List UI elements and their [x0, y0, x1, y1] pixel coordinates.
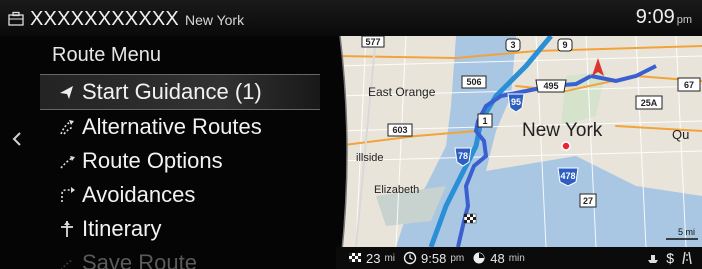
label-east-orange: East Orange	[368, 85, 436, 99]
menu-item-label: Save Route	[82, 250, 197, 269]
shield-1: 1	[482, 116, 487, 126]
start-flag-icon	[463, 213, 477, 224]
trip-info-bar: 23 mi 9:58 pm 48 min $	[336, 247, 702, 269]
app-title: XXXXXXXXXXX	[30, 8, 179, 30]
menu-item-route-options[interactable]: Route Options	[40, 144, 340, 178]
highway-icon	[682, 251, 692, 265]
label-elizabeth: Elizabeth	[374, 184, 419, 196]
shield-577: 577	[365, 37, 380, 47]
status-bar: XXXXXXXXXXX New York 9:09 pm	[0, 0, 702, 36]
ferry-icon	[648, 255, 659, 263]
timer-icon	[473, 252, 485, 264]
distance-unit: mi	[384, 252, 396, 264]
menu-item-label: Route Options	[82, 148, 223, 173]
menu-item-label: Itinerary	[82, 216, 162, 241]
shield-27: 27	[583, 196, 593, 206]
status-left: XXXXXXXXXXX New York	[8, 8, 244, 31]
shield-478: 478	[560, 171, 575, 181]
menu-item-label: Avoidances	[82, 182, 196, 207]
shield-506: 506	[466, 77, 481, 87]
arrival-time: 9:58 pm	[403, 251, 464, 266]
route-map[interactable]: 577 3 9 506 495 95 67 25A 603 1 78 478 2…	[336, 36, 702, 247]
distance-value: 23	[366, 250, 381, 266]
shield-9: 9	[562, 40, 567, 50]
save-route-icon	[60, 259, 73, 269]
clock: 9:09 pm	[636, 6, 692, 29]
route-menu-panel: Route Menu Start Guidance (1) Alternativ…	[0, 36, 370, 269]
shield-603: 603	[392, 125, 407, 135]
shield-25a: 25A	[641, 98, 658, 108]
briefcase-icon	[8, 11, 24, 26]
menu-item-save-route[interactable]: Save Route	[40, 246, 340, 269]
poi-marker	[561, 141, 571, 151]
clock-time: 9:09	[635, 6, 675, 28]
menu-item-alternative-routes[interactable]: Alternative Routes	[40, 110, 340, 144]
distance-remaining: 23 mi	[348, 251, 395, 266]
shield-95: 95	[511, 97, 521, 107]
route-feature-icons: $	[646, 250, 694, 266]
shield-78: 78	[458, 151, 468, 161]
menu-item-label: Alternative Routes	[82, 114, 262, 139]
itinerary-icon	[61, 221, 73, 237]
shield-3: 3	[510, 40, 515, 50]
alt-routes-icon	[60, 120, 74, 135]
arrival-time-value: 9:58	[421, 250, 447, 266]
label-new-york: New York	[522, 120, 603, 141]
route-menu-title: Route Menu	[52, 44, 161, 66]
guidance-arrow-icon	[60, 86, 73, 99]
shield-495: 495	[543, 81, 558, 91]
navigation-screen: XXXXXXXXXXX New York 9:09 pm Route Menu …	[0, 0, 702, 269]
menu-item-start-guidance[interactable]: Start Guidance (1)	[40, 74, 340, 110]
avoid-icon	[61, 187, 75, 202]
arrival-ampm: pm	[450, 252, 465, 264]
clock-ampm: pm	[676, 14, 692, 26]
back-chevron-icon[interactable]	[10, 129, 24, 149]
label-hillside: illside	[356, 152, 384, 164]
duration: 48 min	[472, 251, 525, 266]
clock-icon	[403, 251, 417, 265]
toll-icon: $	[666, 250, 674, 266]
duration-value: 48	[490, 250, 505, 266]
duration-unit: min	[508, 252, 525, 264]
menu-item-avoidances[interactable]: Avoidances	[40, 178, 340, 212]
menu-item-itinerary[interactable]: Itinerary	[40, 212, 340, 246]
label-queens: Qu	[672, 127, 689, 142]
map-canvas: 577 3 9 506 495 95 67 25A 603 1 78 478 2…	[336, 36, 702, 247]
menu-item-label: Start Guidance (1)	[82, 79, 262, 104]
route-options-icon	[60, 156, 75, 169]
checkered-flag-icon	[349, 253, 361, 262]
map-scale-label: 5 mi	[678, 227, 695, 237]
route-menu-list: Start Guidance (1) Alternative Routes Ro…	[40, 74, 340, 269]
shield-67: 67	[684, 80, 694, 90]
current-city: New York	[184, 12, 245, 28]
